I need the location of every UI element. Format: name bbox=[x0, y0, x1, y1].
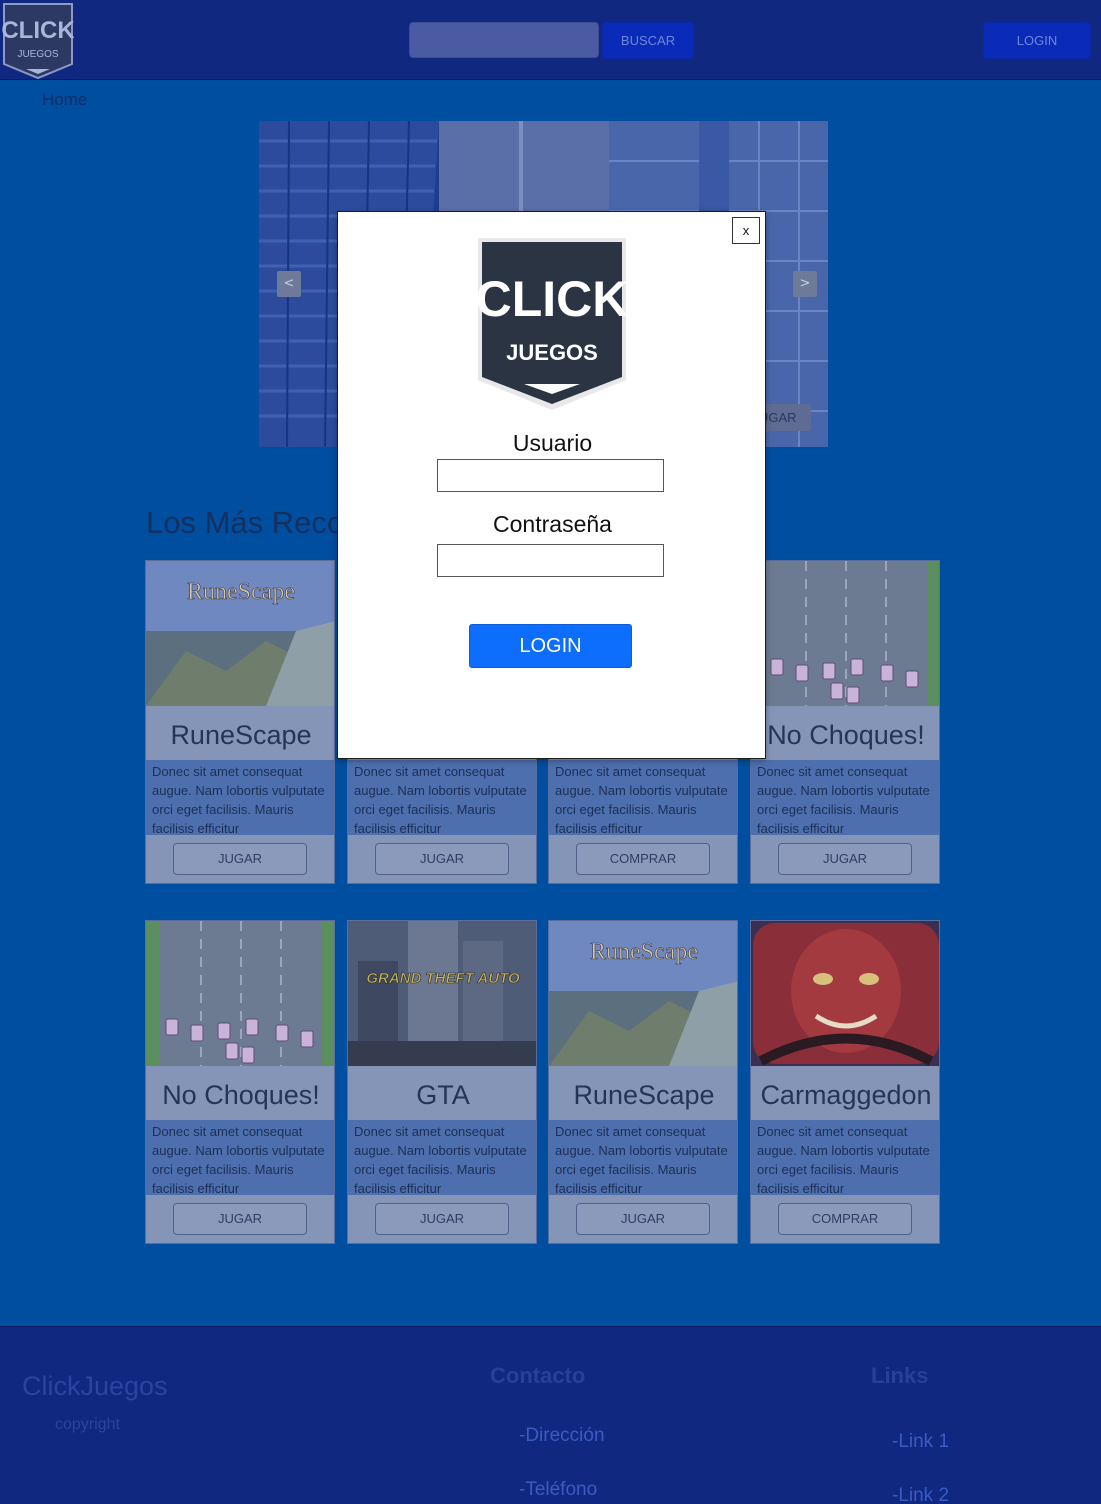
svg-text:GRAND THEFT AUTO: GRAND THEFT AUTO bbox=[366, 970, 520, 987]
footer-link-2[interactable]: -Link 2 bbox=[892, 1485, 949, 1504]
close-button[interactable]: x bbox=[732, 217, 760, 244]
game-card: GRAND THEFT AUTO GTA Donec sit amet cons… bbox=[347, 920, 537, 1244]
footer-brand: ClickJuegos bbox=[22, 1371, 168, 1401]
card-footer: JUGAR bbox=[146, 835, 334, 883]
runescape-image: RuneScape bbox=[549, 921, 737, 1066]
card-title: No Choques! bbox=[751, 706, 939, 760]
game-card: No Choques! Donec sit amet consequat aug… bbox=[750, 560, 940, 884]
card-description: Donec sit amet consequat augue. Nam lobo… bbox=[146, 1120, 334, 1195]
card-title: RuneScape bbox=[549, 1066, 737, 1120]
card-title: RuneScape bbox=[146, 706, 334, 760]
login-modal: x CLICK JUEGOS Usuario Contraseña LOGIN bbox=[337, 211, 766, 759]
svg-text:RuneScape: RuneScape bbox=[187, 579, 295, 605]
card-footer: COMPRAR bbox=[549, 835, 737, 883]
buy-button[interactable]: COMPRAR bbox=[778, 1203, 912, 1235]
card-description: Donec sit amet consequat augue. Nam lobo… bbox=[549, 1120, 737, 1195]
gta-image: GRAND THEFT AUTO bbox=[348, 921, 536, 1066]
card-title: GTA bbox=[348, 1066, 536, 1120]
carousel-next-button[interactable]: > bbox=[793, 271, 817, 297]
svg-text:CLICK: CLICK bbox=[2, 17, 74, 44]
card-title: No Choques! bbox=[146, 1066, 334, 1120]
page: CLICK JUEGOS BUSCAR LOGIN Home < > JUGAR… bbox=[0, 0, 1101, 1504]
card-footer: JUGAR bbox=[348, 1195, 536, 1243]
modal-login-button[interactable]: LOGIN bbox=[469, 624, 632, 668]
card-description: Donec sit amet consequat augue. Nam lobo… bbox=[549, 760, 737, 835]
svg-text:JUEGOS: JUEGOS bbox=[506, 340, 598, 365]
home-link[interactable]: Home bbox=[42, 90, 87, 110]
svg-text:JUEGOS: JUEGOS bbox=[17, 49, 58, 60]
search-input[interactable] bbox=[409, 22, 599, 58]
username-field[interactable] bbox=[437, 459, 664, 492]
card-description: Donec sit amet consequat augue. Nam lobo… bbox=[146, 760, 334, 835]
svg-text:RuneScape: RuneScape bbox=[590, 939, 698, 965]
footer-contact-address[interactable]: -Dirección bbox=[519, 1425, 605, 1447]
no-choques-image bbox=[751, 561, 939, 706]
carmaggedon-image bbox=[751, 921, 939, 1066]
svg-text:CLICK: CLICK bbox=[476, 271, 629, 327]
game-card: RuneScape RuneScape Donec sit amet conse… bbox=[145, 560, 335, 884]
footer-contact-phone[interactable]: -Teléfono bbox=[519, 1479, 597, 1501]
card-description: Donec sit amet consequat augue. Nam lobo… bbox=[348, 760, 536, 835]
click-juegos-logo: CLICK JUEGOS bbox=[476, 238, 629, 410]
carousel-prev-button[interactable]: < bbox=[277, 271, 301, 297]
game-card: No Choques! Donec sit amet consequat aug… bbox=[145, 920, 335, 1244]
play-button[interactable]: JUGAR bbox=[173, 1203, 307, 1235]
footer-link-1[interactable]: -Link 1 bbox=[892, 1431, 949, 1453]
footer: ClickJuegos copyright Contacto -Direcció… bbox=[0, 1326, 1101, 1504]
card-footer: JUGAR bbox=[348, 835, 536, 883]
buy-button[interactable]: COMPRAR bbox=[576, 843, 710, 875]
footer-contact-heading: Contacto bbox=[490, 1363, 586, 1388]
runescape-image: RuneScape bbox=[146, 561, 334, 706]
play-button[interactable]: JUGAR bbox=[778, 843, 912, 875]
card-description: Donec sit amet consequat augue. Nam lobo… bbox=[751, 760, 939, 835]
card-footer: JUGAR bbox=[549, 1195, 737, 1243]
search-button[interactable]: BUSCAR bbox=[602, 22, 694, 59]
card-footer: JUGAR bbox=[751, 835, 939, 883]
play-button[interactable]: JUGAR bbox=[375, 843, 509, 875]
click-juegos-logo[interactable]: CLICK JUEGOS bbox=[2, 2, 74, 80]
game-card: RuneScape RuneScape Donec sit amet conse… bbox=[548, 920, 738, 1244]
footer-copyright: copyright bbox=[55, 1416, 120, 1433]
play-button[interactable]: JUGAR bbox=[375, 1203, 509, 1235]
card-description: Donec sit amet consequat augue. Nam lobo… bbox=[348, 1120, 536, 1195]
card-footer: COMPRAR bbox=[751, 1195, 939, 1243]
username-label: Usuario bbox=[512, 430, 593, 456]
card-footer: JUGAR bbox=[146, 1195, 334, 1243]
header: CLICK JUEGOS BUSCAR LOGIN bbox=[0, 0, 1101, 80]
game-card: Carmaggedon Donec sit amet consequat aug… bbox=[750, 920, 940, 1244]
play-button[interactable]: JUGAR bbox=[576, 1203, 710, 1235]
card-title: Carmaggedon bbox=[751, 1066, 939, 1120]
no-choques-image bbox=[146, 921, 334, 1066]
password-field[interactable] bbox=[437, 544, 664, 577]
password-label: Contraseña bbox=[493, 511, 612, 537]
login-button[interactable]: LOGIN bbox=[983, 22, 1091, 59]
footer-links-heading: Links bbox=[871, 1363, 929, 1388]
card-description: Donec sit amet consequat augue. Nam lobo… bbox=[751, 1120, 939, 1195]
play-button[interactable]: JUGAR bbox=[173, 843, 307, 875]
